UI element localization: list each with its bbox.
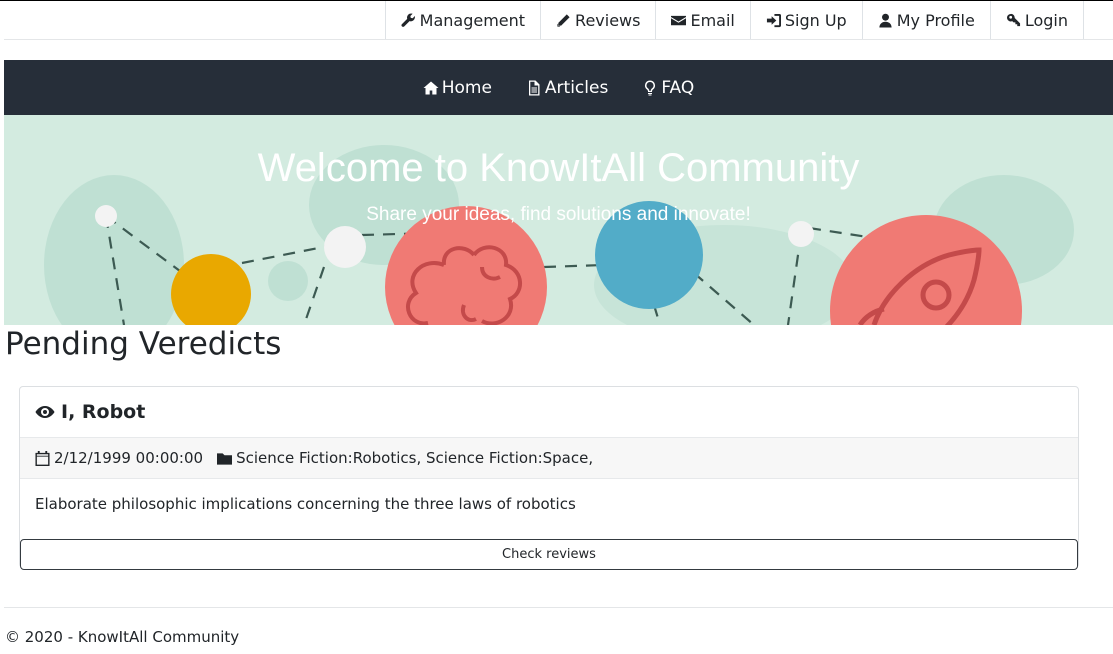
user-icon xyxy=(879,13,892,28)
article-categories: Science Fiction:Robotics, Science Fictio… xyxy=(236,449,594,467)
pencil-icon xyxy=(557,13,570,27)
nav-sign-up[interactable]: Sign Up xyxy=(751,1,863,39)
top-nav-divider xyxy=(4,39,1113,40)
nav-home-label: Home xyxy=(441,77,492,98)
nav-my-profile-label: My Profile xyxy=(896,10,975,30)
nav-email-label: Email xyxy=(690,10,735,30)
hero-banner: Welcome to KnowItAll Community Share you… xyxy=(4,115,1113,325)
check-reviews-button[interactable]: Check reviews xyxy=(20,539,1078,570)
page-heading: Pending Veredicts xyxy=(5,326,282,362)
nav-management-label: Management xyxy=(419,10,526,30)
nav-reviews[interactable]: Reviews xyxy=(541,1,657,39)
nav-sign-up-label: Sign Up xyxy=(784,10,847,30)
nav-faq[interactable]: FAQ xyxy=(642,78,694,98)
footer-divider xyxy=(4,607,1113,608)
eye-icon xyxy=(35,406,55,418)
nav-login-label: Login xyxy=(1024,10,1068,30)
home-icon xyxy=(423,81,439,94)
article-title: I, Robot xyxy=(61,401,146,423)
nav-reviews-label: Reviews xyxy=(575,10,641,30)
article-date: 2/12/1999 00:00:00 xyxy=(54,449,204,467)
hero-subtitle: Share your ideas, find solutions and inn… xyxy=(366,204,751,225)
top-nav: Management Reviews Email Sign Up My Prof… xyxy=(384,1,1084,39)
calendar-icon xyxy=(35,450,50,466)
envelope-icon xyxy=(671,15,687,25)
key-icon xyxy=(1006,13,1020,26)
nav-home[interactable]: Home xyxy=(423,78,492,98)
hero-title: Welcome to KnowItAll Community xyxy=(257,146,860,190)
wrench-icon xyxy=(401,12,415,27)
article-title-row: I, Robot xyxy=(35,401,145,423)
article-meta: 2/12/1999 00:00:00 Science Fiction:Robot… xyxy=(20,437,1078,479)
nav-management[interactable]: Management xyxy=(386,1,542,39)
nav-my-profile[interactable]: My Profile xyxy=(863,1,991,39)
folder-icon xyxy=(217,452,233,465)
lightbulb-icon xyxy=(645,80,656,95)
file-icon xyxy=(528,80,540,95)
article-description: Elaborate philosophic implications conce… xyxy=(35,495,576,513)
footer-text: © 2020 - KnowItAll Community xyxy=(5,628,240,646)
nav-articles[interactable]: Articles xyxy=(526,78,608,98)
nav-articles-label: Articles xyxy=(544,77,609,98)
nav-faq-label: FAQ xyxy=(661,77,695,98)
sign-in-icon xyxy=(766,13,781,27)
nav-login[interactable]: Login xyxy=(991,1,1084,39)
nav-email[interactable]: Email xyxy=(656,1,751,39)
main-navbar: Home Articles FAQ xyxy=(4,60,1113,115)
